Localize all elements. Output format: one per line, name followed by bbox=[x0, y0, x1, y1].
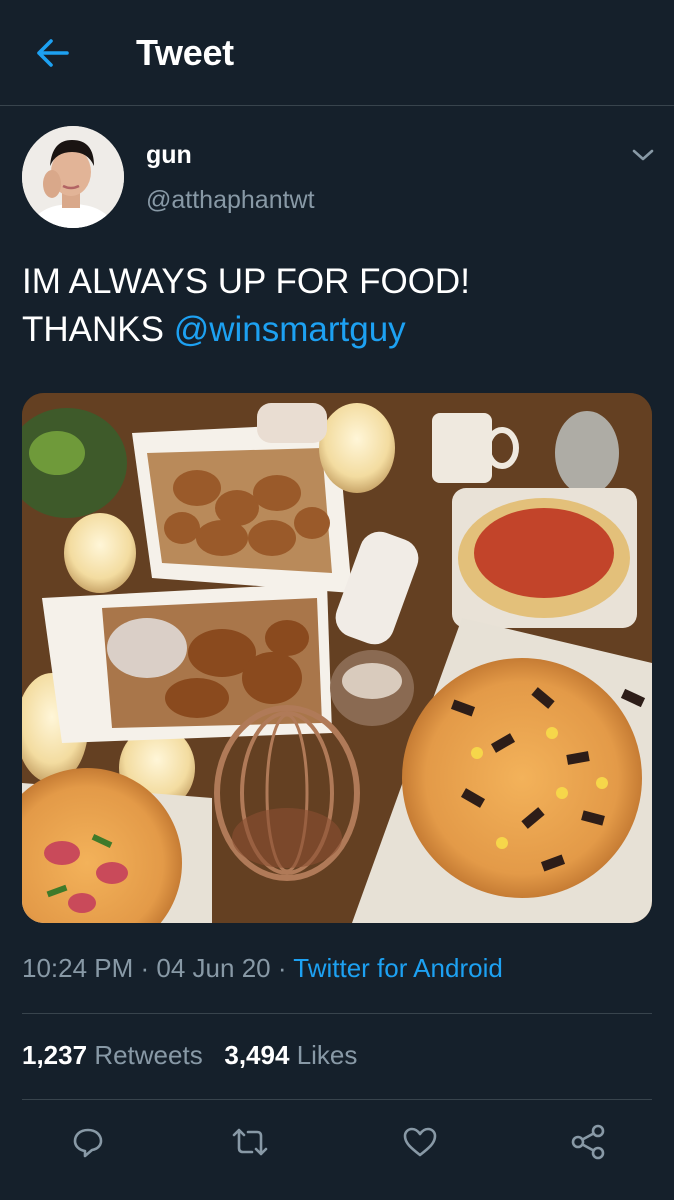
author-name[interactable]: gun bbox=[146, 141, 192, 170]
tweet-text-prefix: THANKS bbox=[22, 310, 174, 349]
tweet-source-link[interactable]: Twitter for Android bbox=[293, 953, 503, 983]
author-handle[interactable]: @atthaphantwt bbox=[146, 186, 315, 215]
tweet-text-line2: THANKS @winsmartguy bbox=[22, 306, 652, 354]
avatar-photo bbox=[22, 126, 124, 228]
like-icon bbox=[403, 1127, 437, 1157]
likes-label: Likes bbox=[296, 1040, 358, 1070]
food-photo bbox=[22, 393, 652, 923]
retweets-label: Retweets bbox=[94, 1040, 203, 1070]
top-bar: Tweet bbox=[0, 0, 674, 106]
divider bbox=[22, 1013, 652, 1014]
retweets-stat[interactable]: 1,237 Retweets bbox=[22, 1040, 203, 1070]
page-title: Tweet bbox=[136, 32, 234, 73]
tweet-media-image[interactable] bbox=[22, 393, 652, 923]
reply-button[interactable] bbox=[66, 1120, 110, 1164]
avatar[interactable] bbox=[22, 126, 124, 228]
divider bbox=[22, 1099, 652, 1100]
likes-count: 3,494 bbox=[224, 1040, 290, 1070]
meta-separator: · bbox=[133, 953, 157, 983]
tweet-time: 10:24 PM bbox=[22, 953, 134, 983]
meta-separator: · bbox=[270, 953, 294, 983]
like-button[interactable] bbox=[398, 1120, 442, 1164]
retweets-count: 1,237 bbox=[22, 1040, 88, 1070]
action-bar bbox=[0, 1120, 674, 1170]
share-button[interactable] bbox=[566, 1120, 610, 1164]
more-options-button[interactable] bbox=[628, 140, 658, 170]
arrow-left-icon bbox=[37, 39, 69, 67]
tweet-text-line1: IM ALWAYS UP FOR FOOD! bbox=[22, 262, 470, 301]
mention-link[interactable]: @winsmartguy bbox=[174, 310, 406, 349]
tweet-text: IM ALWAYS UP FOR FOOD! THANKS @winsmartg… bbox=[22, 258, 652, 354]
tweet-meta: 10:24 PM · 04 Jun 20 · Twitter for Andro… bbox=[22, 953, 503, 984]
back-button[interactable] bbox=[34, 34, 72, 72]
likes-stat[interactable]: 3,494 Likes bbox=[224, 1040, 357, 1070]
share-icon bbox=[571, 1124, 605, 1160]
chevron-down-icon bbox=[632, 149, 654, 161]
reply-icon bbox=[73, 1128, 103, 1158]
tweet-stats: 1,237 Retweets 3,494 Likes bbox=[22, 1040, 357, 1071]
tweet-date: 04 Jun 20 bbox=[156, 953, 271, 983]
retweet-icon bbox=[232, 1128, 268, 1156]
retweet-button[interactable] bbox=[228, 1120, 272, 1164]
